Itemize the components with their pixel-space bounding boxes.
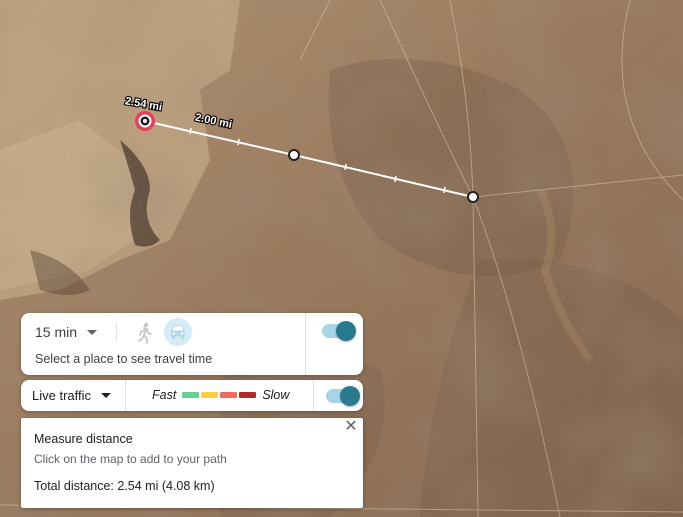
duration-value: 15 min — [35, 324, 78, 340]
measure-distance-card: Measure distance ✕ Click on the map to a… — [21, 418, 363, 508]
divider — [125, 380, 126, 411]
divider — [305, 313, 306, 375]
slow-label: Slow — [262, 388, 290, 402]
traffic-legend: Fast Slow — [152, 388, 289, 402]
path-start-marker[interactable] — [135, 111, 155, 131]
measure-hint: Click on the map to add to your path — [34, 452, 227, 466]
toggle-knob — [340, 386, 360, 406]
car-icon[interactable] — [164, 318, 192, 346]
travel-time-hint: Select a place to see travel time — [35, 352, 213, 366]
traffic-mode-label: Live traffic — [32, 388, 92, 403]
traffic-toggle[interactable] — [326, 386, 360, 406]
divider — [313, 380, 314, 411]
chevron-down-icon — [87, 329, 98, 335]
path-vertex-marker[interactable] — [288, 149, 300, 161]
traffic-swatch — [201, 392, 219, 398]
traffic-swatch — [239, 392, 257, 398]
toggle-knob — [336, 321, 356, 341]
traffic-swatch — [182, 392, 200, 398]
fast-label: Fast — [152, 388, 177, 402]
path-end-marker[interactable] — [467, 191, 479, 203]
traffic-swatch — [220, 392, 238, 398]
traffic-color-scale — [182, 392, 257, 398]
close-icon[interactable]: ✕ — [343, 419, 359, 435]
divider — [116, 323, 117, 342]
chevron-down-icon — [101, 393, 112, 398]
walk-icon[interactable] — [136, 322, 154, 344]
total-distance: Total distance: 2.54 mi (4.08 km) — [34, 479, 215, 493]
travel-time-card: 15 min Select a place to see travel time — [21, 313, 363, 375]
traffic-card: Live traffic Fast Slow — [21, 380, 363, 411]
traffic-mode-dropdown[interactable]: Live traffic — [32, 388, 112, 403]
travel-time-toggle[interactable] — [322, 321, 356, 341]
measure-title: Measure distance — [34, 432, 133, 446]
duration-dropdown[interactable]: 15 min — [35, 324, 98, 340]
